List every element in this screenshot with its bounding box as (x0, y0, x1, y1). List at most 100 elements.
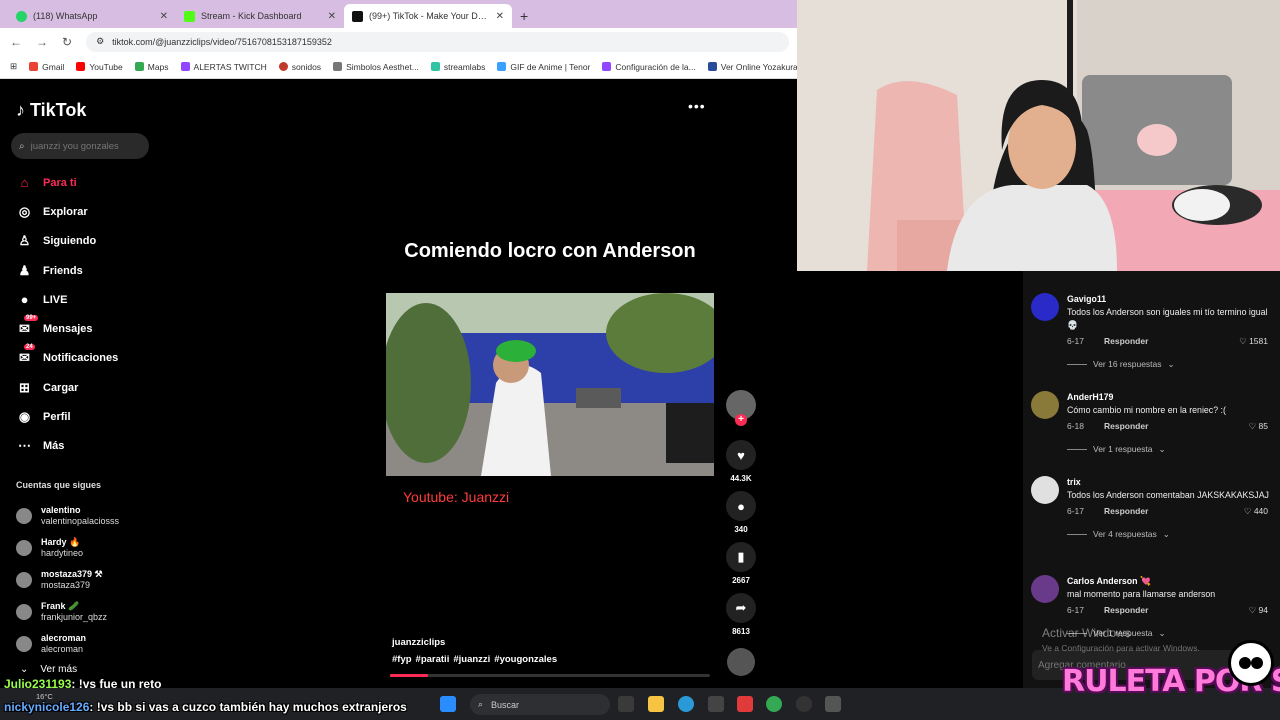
bookmark-label: Gmail (42, 61, 65, 72)
creator-avatar[interactable]: + (726, 390, 756, 426)
comment-username[interactable]: Carlos Anderson 💘 (1067, 575, 1276, 588)
apps-icon[interactable]: ⊞ (10, 61, 17, 72)
heart-outline-icon: ♡ (1243, 506, 1252, 516)
sidebar-item-mensajes[interactable]: ✉ 99+ Mensajes (16, 314, 196, 343)
sidebar-item-cargar[interactable]: ⊞ Cargar (16, 373, 196, 402)
hashtag-link[interactable]: #paratii (416, 654, 450, 665)
sidebar-item-label: Mensajes (43, 323, 93, 336)
video-player[interactable] (386, 293, 714, 476)
bookmark-streamlabs[interactable]: streamlabs (430, 62, 485, 72)
task-view-icon[interactable] (618, 696, 634, 712)
bookmark-maps[interactable]: Maps (134, 62, 169, 72)
bookmark-tenor[interactable]: GIF de Anime | Tenor (497, 62, 590, 72)
bookmark-gmail[interactable]: Gmail (29, 62, 64, 72)
account-handle: alecroman (41, 644, 84, 654)
account-text: valentino valentinopalaciosss (41, 505, 119, 527)
edge-icon[interactable] (678, 696, 694, 712)
close-icon[interactable]: ✕ (328, 11, 336, 22)
sidebar-item-perfil[interactable]: ◉ Perfil (16, 402, 196, 431)
windows-start-icon[interactable] (440, 696, 456, 712)
reply-button[interactable]: Responder (1104, 604, 1148, 617)
heart-button[interactable]: ♥ (726, 440, 756, 470)
like-comment-button[interactable]: ♡ 440 (1244, 505, 1268, 518)
avatar[interactable] (1031, 476, 1059, 504)
followed-account[interactable]: Hardy 🔥 hardytineo (16, 532, 196, 564)
sidebar-item-friends[interactable]: ♟ Friends (16, 256, 196, 285)
hashtag-link[interactable]: #juanzzi (453, 654, 490, 665)
view-replies-label: Ver 4 respuestas (1093, 529, 1157, 539)
app-icon[interactable] (737, 696, 753, 712)
comment-button[interactable]: ● (726, 491, 756, 521)
page-background (797, 271, 1023, 688)
follow-plus-icon[interactable]: + (735, 414, 747, 426)
url-field[interactable]: ⚙ tiktok.com/@juanzziclips/video/7516708… (86, 31, 789, 52)
comment-username[interactable]: AnderH179 (1067, 391, 1276, 404)
site-info-icon[interactable]: ⚙ (96, 36, 104, 47)
more-options-icon[interactable]: ••• (688, 98, 706, 114)
app-icon[interactable] (708, 696, 724, 712)
followed-account[interactable]: valentino valentinopalaciosss (16, 500, 196, 532)
new-tab-button[interactable]: + (512, 4, 536, 28)
followed-account[interactable]: mostaza379 ⚒ mostaza379 (16, 564, 196, 596)
obs-icon[interactable] (796, 696, 812, 712)
sidebar-item-para-ti[interactable]: ⌂ Para ti (16, 168, 196, 197)
comment-username[interactable]: Gavigo11 (1067, 293, 1276, 306)
like-comment-button[interactable]: ♡ 85 (1249, 420, 1268, 433)
following-list: valentino valentinopalaciosss Hardy 🔥 hardy… (16, 500, 196, 660)
bookmark-youtube[interactable]: YouTube (76, 62, 123, 72)
followed-account[interactable]: alecroman alecroman (16, 628, 196, 660)
music-disc-icon[interactable] (727, 648, 755, 676)
close-icon[interactable]: ✕ (160, 11, 168, 22)
search-input[interactable] (30, 140, 141, 152)
bookmark-simbolos[interactable]: Simbolos Aesthet... (333, 62, 419, 72)
browser-tab-kick[interactable]: Stream - Kick Dashboard ✕ (176, 4, 344, 28)
bookmark-config[interactable]: Configuración de la... (602, 62, 696, 72)
chrome-icon[interactable] (766, 696, 782, 712)
bookmark-yozakura[interactable]: Ver Online Yozakura... (707, 62, 797, 72)
comment-like-count: 85 (1258, 421, 1268, 431)
share-button[interactable]: ➦ (726, 593, 756, 623)
video-author[interactable]: juanzziclips (392, 637, 445, 648)
sidebar-item-explorar[interactable]: ◎ Explorar (16, 197, 196, 226)
hashtag-link[interactable]: #yougonzales (494, 654, 557, 665)
sidebar-item-live[interactable]: ● LIVE (16, 285, 196, 314)
bookmark-sonidos[interactable]: sonidos (278, 62, 321, 72)
video-progress-bar[interactable] (390, 674, 710, 677)
reply-button[interactable]: Responder (1104, 420, 1148, 433)
view-replies-button[interactable]: Ver 1 respuesta ⌄ (1067, 443, 1276, 456)
forward-icon[interactable]: → (36, 35, 48, 49)
reload-icon[interactable]: ↻ (62, 35, 72, 49)
whatsapp-icon (16, 10, 27, 22)
sidebar-item-más[interactable]: ⋯ Más (16, 432, 196, 461)
avatar[interactable] (1031, 391, 1059, 419)
view-replies-button[interactable]: Ver 16 respuestas ⌄ (1067, 358, 1276, 371)
comment-username[interactable]: trix (1067, 476, 1276, 489)
reply-button[interactable]: Responder (1104, 335, 1148, 348)
bookmark-alertas[interactable]: ALERTAS TWITCH (180, 62, 267, 72)
browser-tab-tiktok[interactable]: (99+) TikTok - Make Your Da... ✕ (344, 4, 512, 28)
sidebar-item-siguiendo[interactable]: ♙ Siguiendo (16, 227, 196, 256)
avatar[interactable] (1031, 293, 1059, 321)
live-icon: ● (20, 292, 29, 308)
sound-icon (278, 62, 288, 71)
chat-text: : !vs bb si vas a cuzco también hay much… (89, 700, 407, 714)
avatar[interactable] (1031, 575, 1059, 603)
back-icon[interactable]: ← (10, 35, 22, 49)
tiktok-logo[interactable]: ♪ TikTok (16, 100, 86, 121)
like-comment-button[interactable]: ♡ 1581 (1239, 335, 1268, 348)
profile-icon: ◉ (18, 409, 31, 425)
like-comment-button[interactable]: ♡ 94 (1249, 604, 1268, 617)
sidebar-item-notificaciones[interactable]: ✉ 24 Notificaciones (16, 343, 196, 373)
search-box[interactable]: ⌕ (11, 133, 149, 159)
close-icon[interactable]: ✕ (496, 11, 504, 22)
followed-account[interactable]: Frank 🥒 frankjunior_qbzz (16, 596, 196, 628)
hashtag-link[interactable]: #fyp (392, 654, 412, 665)
browser-tab-whatsapp[interactable]: (118) WhatsApp ✕ (8, 4, 176, 28)
view-replies-button[interactable]: Ver 4 respuestas ⌄ (1067, 528, 1276, 541)
bookmark-button[interactable]: ▮ (726, 542, 756, 572)
taskbar-search[interactable]: ⌕ Buscar (470, 694, 610, 715)
see-more-button[interactable]: ⌄ Ver más (20, 664, 77, 675)
reply-button[interactable]: Responder (1104, 505, 1148, 518)
app-icon[interactable] (825, 696, 841, 712)
file-explorer-icon[interactable] (648, 696, 664, 712)
